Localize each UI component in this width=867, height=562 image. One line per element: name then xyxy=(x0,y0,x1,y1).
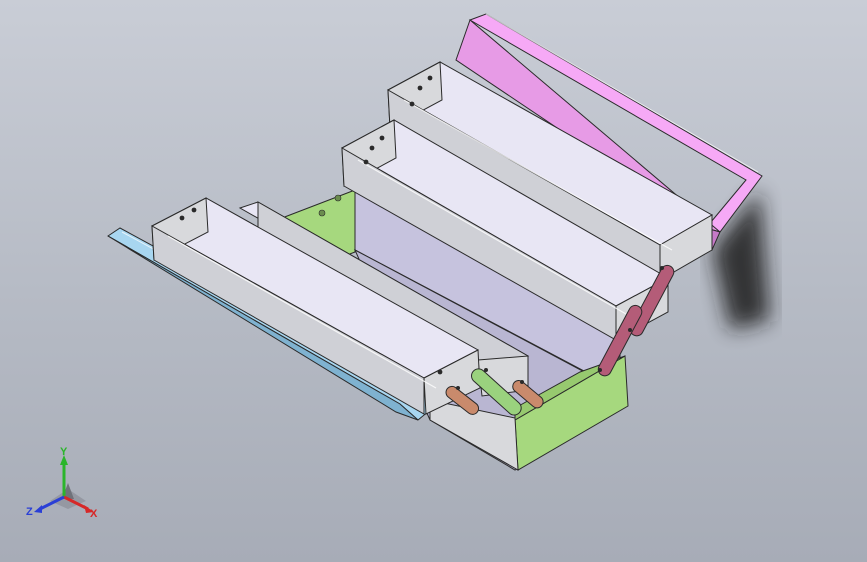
axis-triad: Y X Z xyxy=(26,446,98,520)
toolbox-3d-model[interactable] xyxy=(0,0,867,562)
x-axis-label: X xyxy=(90,508,98,520)
y-axis-label: Y xyxy=(60,446,68,458)
cad-graphics-area[interactable]: Y X Z xyxy=(0,0,867,562)
z-axis-arrow xyxy=(34,505,42,513)
z-axis-label: Z xyxy=(26,506,33,518)
